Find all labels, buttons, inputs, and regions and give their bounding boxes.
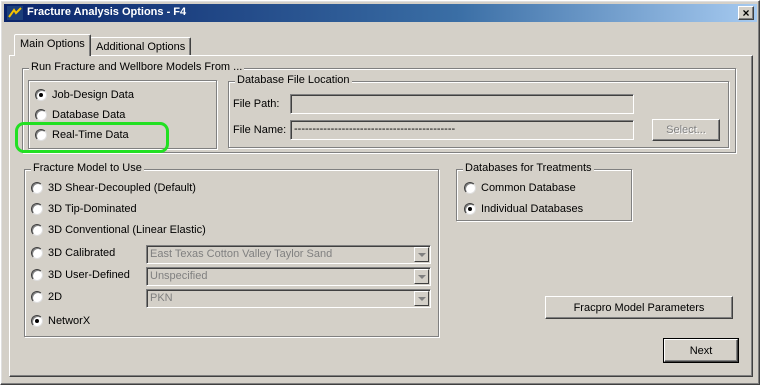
fracture-model-legend: Fracture Model to Use xyxy=(31,162,144,174)
file-name-label: File Name: xyxy=(233,124,287,136)
chevron-down-icon[interactable] xyxy=(414,269,429,284)
database-file-legend: Database File Location xyxy=(235,74,352,86)
tab-main-options[interactable]: Main Options xyxy=(14,34,91,56)
calibrated-model-select[interactable]: East Texas Cotton Valley Taylor Sand xyxy=(146,245,431,264)
run-models-legend: Run Fracture and Wellbore Models From ..… xyxy=(29,61,245,73)
fracpro-model-parameters-button[interactable]: Fracpro Model Parameters xyxy=(545,296,733,319)
radio-indicator[interactable] xyxy=(31,291,43,303)
databases-treatments-legend: Databases for Treatments xyxy=(463,162,594,174)
radio-indicator[interactable] xyxy=(31,203,43,215)
radio-indicator[interactable] xyxy=(31,315,43,327)
file-name-field[interactable]: ----------------------------------------… xyxy=(290,120,634,140)
radio-indicator[interactable] xyxy=(31,247,43,259)
title-bar[interactable]: Fracture Analysis Options - F4 × xyxy=(4,4,757,22)
window-title: Fracture Analysis Options - F4 xyxy=(27,6,187,18)
chevron-down-icon[interactable] xyxy=(414,247,429,262)
radio-indicator[interactable] xyxy=(35,109,47,121)
radio-indicator[interactable] xyxy=(31,269,43,281)
next-button[interactable]: Next xyxy=(663,338,739,363)
close-button[interactable]: × xyxy=(738,6,754,20)
radio-indicator[interactable] xyxy=(464,203,476,215)
file-path-label: File Path: xyxy=(233,98,280,110)
radio-indicator[interactable] xyxy=(464,182,476,194)
radio-indicator[interactable] xyxy=(31,182,43,194)
close-icon: × xyxy=(742,6,750,20)
file-path-field[interactable] xyxy=(290,94,634,114)
chevron-down-icon[interactable] xyxy=(414,291,429,306)
2d-model-select[interactable]: PKN xyxy=(146,289,431,308)
user-defined-model-select[interactable]: Unspecified xyxy=(146,267,431,286)
tab-additional-options[interactable]: Additional Options xyxy=(90,37,192,56)
select-button[interactable]: Select... xyxy=(652,119,720,141)
dialog-window: Fracture Analysis Options - F4 × Main Op… xyxy=(0,0,760,385)
radio-indicator[interactable] xyxy=(31,224,43,236)
radio-indicator[interactable] xyxy=(35,89,47,101)
app-icon xyxy=(7,6,23,20)
highlight-annotation xyxy=(15,122,169,153)
